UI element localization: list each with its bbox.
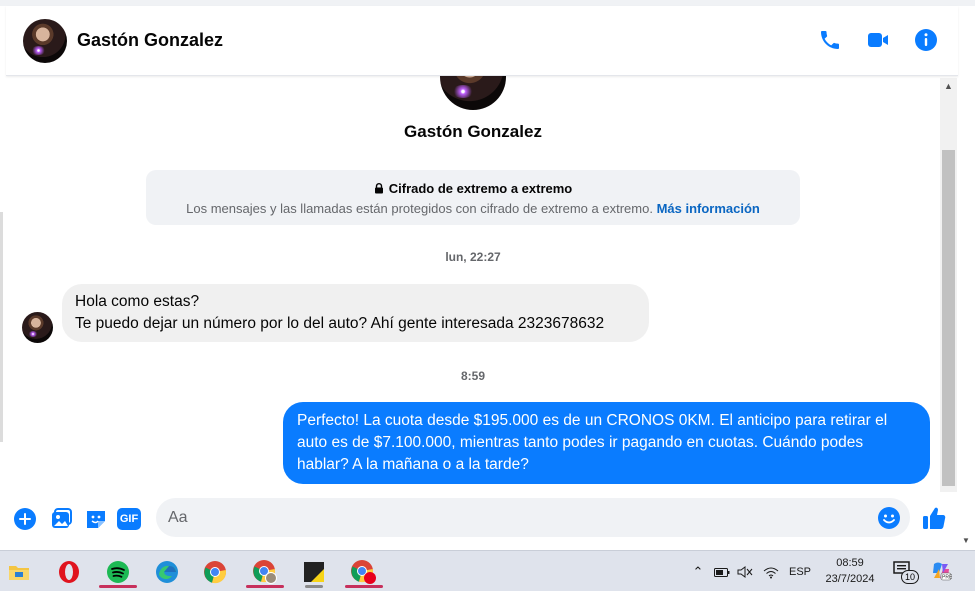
conversation-pane: Gastón Gonzalez Cifrado de extremo a ext… (6, 76, 940, 490)
chrome-recording-app[interactable] (345, 555, 383, 588)
windows-taskbar: ⌃ ESP 08:59 23/7/2024 10 PRE (0, 550, 975, 591)
message-line: Te puedo dejar un número por lo del auto… (75, 315, 605, 332)
lock-icon (374, 183, 383, 194)
system-tray: ⌃ ESP (690, 551, 811, 591)
encryption-body: Los mensajes y las llamadas están proteg… (146, 201, 800, 216)
contact-name[interactable]: Gastón Gonzalez (77, 30, 223, 51)
folder-icon (9, 565, 29, 580)
thumbs-up-icon[interactable] (920, 504, 948, 532)
chrome-app[interactable] (196, 555, 234, 588)
encryption-body-text: Los mensajes y las llamadas están proteg… (186, 201, 653, 216)
file-explorer-app[interactable] (0, 555, 38, 588)
phone-icon[interactable] (818, 28, 842, 52)
scrollbar-thumb[interactable] (942, 150, 955, 486)
gallery-icon[interactable] (48, 506, 74, 532)
language-indicator[interactable]: ESP (789, 566, 811, 578)
profile-avatar[interactable] (440, 76, 506, 110)
outgoing-message[interactable]: Perfecto! La cuota desde $195.000 es de … (283, 402, 930, 484)
encryption-title-text: Cifrado de extremo a extremo (388, 181, 573, 196)
spotify-icon (107, 560, 129, 583)
conversation-scrollbar[interactable]: ▲ (940, 78, 957, 492)
battery-icon[interactable] (714, 566, 730, 578)
notification-center[interactable]: 10 (893, 559, 919, 585)
speaker-muted-icon[interactable] (737, 565, 753, 579)
opera-icon (59, 560, 79, 583)
wifi-icon[interactable] (763, 565, 779, 579)
message-timestamp: lun, 22:27 (445, 250, 501, 264)
edge-app[interactable] (148, 555, 186, 588)
message-line: Hola como estas? (75, 293, 200, 310)
encryption-notice: Cifrado de extremo a extremo Los mensaje… (146, 170, 800, 225)
chrome-recording-icon (351, 559, 376, 584)
notification-count-badge: 10 (901, 570, 919, 584)
taskbar-clock[interactable]: 08:59 23/7/2024 (816, 555, 884, 587)
chrome-profile-app[interactable] (246, 555, 284, 588)
sticker-icon[interactable] (83, 506, 109, 532)
encryption-title: Cifrado de extremo a extremo (146, 181, 800, 196)
video-camera-icon[interactable] (866, 28, 890, 52)
sticky-notes-app[interactable] (295, 555, 333, 588)
scroll-down-arrow[interactable]: ▼ (962, 536, 970, 545)
opera-app[interactable] (50, 555, 88, 588)
message-timestamp: 8:59 (460, 369, 486, 383)
scroll-up-arrow[interactable]: ▲ (940, 78, 957, 94)
chrome-profile-icon (253, 559, 277, 584)
more-info-link[interactable]: Más información (657, 201, 760, 216)
svg-text:PRE: PRE (942, 575, 952, 581)
sticky-notes-icon (304, 561, 324, 582)
sender-avatar[interactable] (22, 312, 53, 343)
page-scrollbar-track (958, 76, 975, 550)
show-hidden-icons-chevron-icon[interactable]: ⌃ (690, 564, 706, 580)
clock-date: 23/7/2024 (825, 573, 875, 585)
plus-icon[interactable] (12, 506, 38, 532)
message-composer: GIF (6, 492, 958, 547)
edge-icon (156, 560, 178, 583)
clock-time: 08:59 (836, 557, 864, 569)
spotify-app[interactable] (99, 555, 137, 588)
profile-name: Gastón Gonzalez (404, 122, 542, 141)
gif-icon[interactable]: GIF (117, 508, 141, 530)
chat-header: Gastón Gonzalez (6, 6, 958, 76)
copilot-app[interactable]: PRE (930, 560, 953, 587)
copilot-icon: PRE (933, 562, 953, 581)
chrome-icon (204, 560, 227, 583)
message-input[interactable] (156, 498, 910, 537)
incoming-message[interactable]: Hola como estas? Te puedo dejar un númer… (62, 284, 649, 342)
header-actions (818, 28, 938, 52)
info-icon[interactable] (914, 28, 938, 52)
emoji-icon[interactable] (877, 506, 901, 530)
contact-avatar[interactable] (23, 18, 67, 63)
